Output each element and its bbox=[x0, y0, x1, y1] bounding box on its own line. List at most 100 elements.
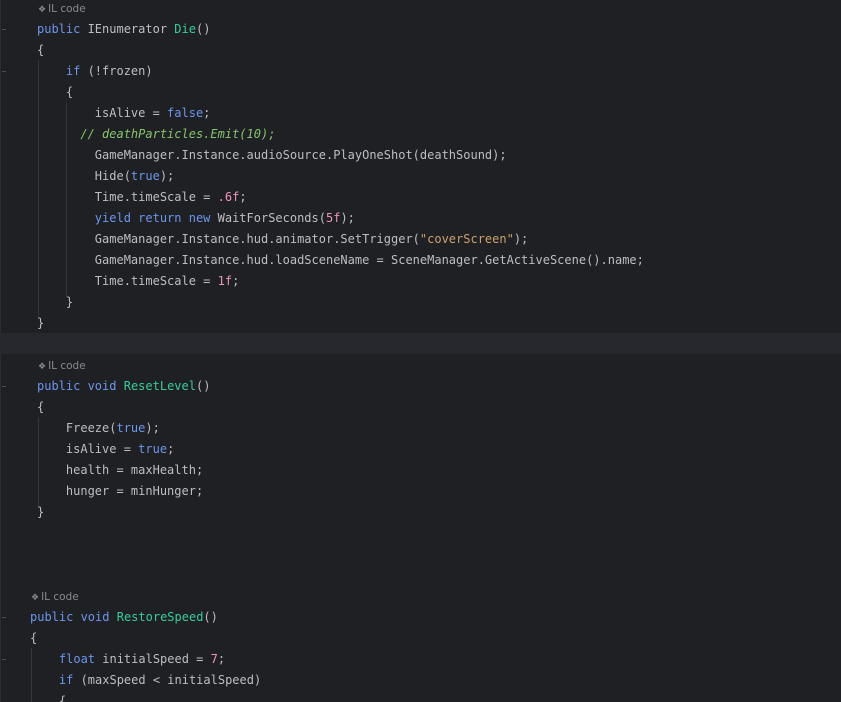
code-token-fn: ResetLevel bbox=[123, 379, 196, 393]
code-token-plain: } bbox=[37, 505, 45, 519]
code-line[interactable]: public IEnumerator Die() bbox=[37, 19, 210, 40]
code-token-fn: RestoreSpeed bbox=[116, 610, 204, 624]
il-code-icon: ❖ bbox=[38, 5, 47, 15]
code-token-num: 5f bbox=[325, 211, 341, 225]
il-code-icon: ❖ bbox=[38, 362, 47, 372]
code-token-plain: { bbox=[37, 400, 45, 414]
code-line[interactable]: public void RestoreSpeed() bbox=[30, 607, 218, 628]
il-code-hint-label: IL code bbox=[41, 591, 79, 603]
code-token-kw: public bbox=[37, 22, 81, 36]
code-token-plain: hunger = minHunger; bbox=[37, 484, 204, 498]
code-token-kw: true bbox=[116, 421, 146, 435]
code-token-kw: false bbox=[167, 106, 204, 120]
code-token-kw: public void bbox=[37, 379, 117, 393]
code-token-plain: isAlive = bbox=[37, 106, 168, 120]
code-line[interactable]: } bbox=[37, 292, 73, 313]
code-token-plain: IEnumerator bbox=[80, 22, 175, 36]
code-token-plain: ); bbox=[340, 211, 355, 225]
code-token-plain: ; bbox=[217, 652, 226, 666]
code-token-plain: ; bbox=[239, 190, 247, 204]
code-line[interactable]: } bbox=[37, 313, 44, 334]
code-line[interactable]: isAlive = false; bbox=[37, 103, 211, 124]
code-line[interactable]: { bbox=[37, 40, 44, 61]
code-token-plain: health = maxHealth; bbox=[37, 463, 204, 477]
code-token-plain: { bbox=[30, 694, 67, 702]
code-token-plain: () bbox=[195, 379, 211, 393]
code-token-plain: Time.timeScale = bbox=[37, 190, 218, 204]
code-token-plain: Freeze( bbox=[37, 421, 117, 435]
il-code-hint[interactable]: ❖ IL code bbox=[38, 358, 86, 374]
code-line[interactable]: Freeze(true); bbox=[37, 418, 160, 439]
il-code-icon: ❖ bbox=[31, 593, 40, 603]
il-code-hint-label: IL code bbox=[48, 3, 86, 15]
code-token-plain: () bbox=[195, 22, 211, 36]
fold-marker[interactable] bbox=[2, 386, 6, 387]
code-line[interactable]: GameManager.Instance.hud.animator.SetTri… bbox=[37, 229, 528, 250]
code-token-plain: Time.timeScale = bbox=[37, 274, 218, 288]
code-token-plain: ; bbox=[203, 106, 211, 120]
code-line[interactable]: Time.timeScale = 1f; bbox=[37, 271, 240, 292]
code-line[interactable]: Hide(true); bbox=[37, 166, 174, 187]
code-token-cmt: // deathParticles.Emit(10); bbox=[37, 127, 276, 141]
code-token-plain: ); bbox=[159, 169, 175, 183]
code-token-plain: ; bbox=[232, 274, 240, 288]
code-token-kw: if bbox=[58, 673, 74, 687]
code-token-num: 7 bbox=[210, 652, 218, 666]
code-token-plain: GameManager.Instance.audioSource.PlayOne… bbox=[37, 148, 507, 162]
code-token-plain: isAlive = bbox=[37, 442, 139, 456]
code-line[interactable]: if (!frozen) bbox=[37, 61, 153, 82]
code-token-kw: yield return new bbox=[94, 211, 211, 225]
code-token-plain: () bbox=[203, 610, 218, 624]
code-token-plain: (!frozen) bbox=[80, 64, 153, 78]
code-token-plain: } bbox=[37, 316, 45, 330]
code-token-plain: ); bbox=[145, 421, 160, 435]
fold-marker[interactable] bbox=[2, 617, 6, 618]
code-token-plain: GameManager.Instance.hud.loadSceneName =… bbox=[37, 253, 644, 267]
code-token-plain: WaitForSeconds( bbox=[210, 211, 326, 225]
code-editor[interactable]: ❖ IL code ❖ IL code ❖ IL code public IEnume… bbox=[0, 0, 841, 702]
code-token-plain: } bbox=[37, 295, 74, 309]
code-token-num: 1f bbox=[217, 274, 233, 288]
code-token-plain: Hide( bbox=[37, 169, 131, 183]
il-code-hint[interactable]: ❖ IL code bbox=[38, 1, 86, 17]
code-token-kw: public void bbox=[30, 610, 110, 624]
code-line[interactable]: Time.timeScale = .6f; bbox=[37, 187, 247, 208]
code-line[interactable]: public void ResetLevel() bbox=[37, 376, 210, 397]
code-line[interactable]: GameManager.Instance.audioSource.PlayOne… bbox=[37, 145, 507, 166]
code-line[interactable]: if (maxSpeed < initialSpeed) bbox=[30, 670, 261, 691]
code-line[interactable]: { bbox=[37, 82, 73, 103]
il-code-hint-label: IL code bbox=[48, 360, 86, 372]
code-line[interactable]: yield return new WaitForSeconds(5f); bbox=[37, 208, 355, 229]
code-token-fn: Die bbox=[174, 22, 196, 36]
code-line[interactable]: { bbox=[37, 397, 44, 418]
code-line[interactable]: float initialSpeed = 7; bbox=[30, 649, 225, 670]
code-line[interactable]: hunger = minHunger; bbox=[37, 481, 203, 502]
code-token-plain: { bbox=[30, 631, 38, 645]
code-token-plain: (maxSpeed < initialSpeed) bbox=[73, 673, 262, 687]
fold-marker[interactable] bbox=[2, 71, 6, 72]
current-line-highlight bbox=[0, 333, 841, 354]
il-code-hint[interactable]: ❖ IL code bbox=[31, 589, 79, 605]
code-line[interactable]: // deathParticles.Emit(10); bbox=[37, 124, 275, 145]
code-token-kw: true bbox=[130, 169, 160, 183]
code-token-num: .6f bbox=[217, 190, 240, 204]
fold-marker[interactable] bbox=[2, 29, 6, 30]
code-line[interactable]: { bbox=[30, 628, 37, 649]
code-token-plain: ; bbox=[167, 442, 175, 456]
fold-marker[interactable] bbox=[2, 659, 6, 660]
code-token-plain: GameManager.Instance.hud.animator.SetTri… bbox=[37, 232, 420, 246]
code-token-str: "coverScreen" bbox=[419, 232, 514, 246]
code-token-plain: initialSpeed = bbox=[95, 652, 211, 666]
code-line[interactable]: isAlive = true; bbox=[37, 439, 174, 460]
code-token-plain: { bbox=[37, 85, 74, 99]
code-line[interactable]: } bbox=[37, 502, 44, 523]
code-line[interactable]: { bbox=[30, 691, 66, 702]
code-line[interactable]: GameManager.Instance.hud.loadSceneName =… bbox=[37, 250, 644, 271]
code-line[interactable]: health = maxHealth; bbox=[37, 460, 203, 481]
